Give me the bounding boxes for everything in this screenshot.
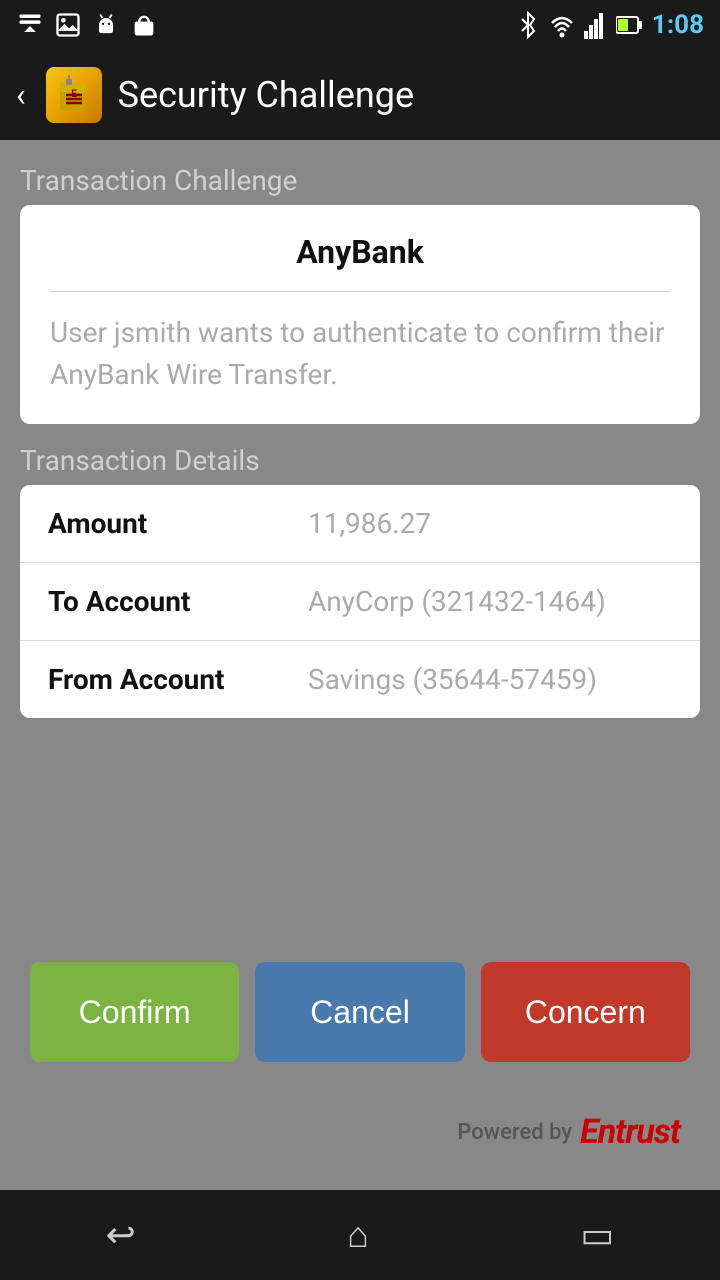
footer: Powered by Entrust — [20, 1102, 700, 1166]
status-icons-right: 1:08 — [516, 10, 704, 40]
bluetooth-icon — [516, 11, 540, 39]
home-nav-button[interactable]: ⌂ — [317, 1204, 399, 1266]
status-icons-left — [16, 11, 158, 39]
transaction-challenge-section: Transaction Challenge AnyBank User jsmit… — [20, 164, 700, 424]
app-title: Security Challenge — [118, 74, 414, 116]
app-bar: ‹ E Security Challenge — [0, 50, 720, 140]
image-icon — [54, 11, 82, 39]
status-bar: 1:08 — [0, 0, 720, 50]
amount-row: Amount 11,986.27 — [20, 485, 700, 563]
amount-value: 11,986.27 — [308, 507, 672, 540]
transaction-details-section: Transaction Details Amount 11,986.27 To … — [20, 444, 700, 718]
cancel-button[interactable]: Cancel — [255, 962, 464, 1062]
svg-text:E: E — [71, 89, 77, 100]
to-account-row: To Account AnyCorp (321432-1464) — [20, 563, 700, 641]
entrust-logo: Entrust — [580, 1112, 680, 1152]
concern-button[interactable]: Concern — [481, 962, 690, 1062]
download-icon — [16, 11, 44, 39]
main-content: Transaction Challenge AnyBank User jsmit… — [0, 140, 720, 1190]
android-icon — [92, 11, 120, 39]
transaction-details-label: Transaction Details — [20, 444, 700, 477]
confirm-button[interactable]: Confirm — [30, 962, 239, 1062]
back-nav-button[interactable]: ↩ — [76, 1204, 166, 1266]
recents-nav-button[interactable]: ▭ — [550, 1204, 644, 1266]
from-account-row: From Account Savings (35644-57459) — [20, 641, 700, 718]
to-account-label: To Account — [48, 585, 308, 618]
bag-icon — [130, 11, 158, 39]
challenge-card: AnyBank User jsmith wants to authenticat… — [20, 205, 700, 424]
nav-bar: ↩ ⌂ ▭ — [0, 1190, 720, 1280]
battery-icon — [616, 14, 644, 36]
bank-name: AnyBank — [50, 233, 670, 292]
to-account-value: AnyCorp (321432-1464) — [308, 585, 672, 618]
details-card: Amount 11,986.27 To Account AnyCorp (321… — [20, 485, 700, 718]
challenge-message: User jsmith wants to authenticate to con… — [50, 312, 670, 396]
wifi-icon — [548, 11, 576, 39]
powered-by-text: Powered by — [457, 1120, 572, 1145]
status-time: 1:08 — [652, 10, 704, 40]
back-button[interactable]: ‹ — [16, 76, 26, 114]
amount-label: Amount — [48, 507, 308, 540]
app-icon: E — [46, 67, 102, 123]
action-buttons: Confirm Cancel Concern — [20, 962, 700, 1082]
transaction-challenge-label: Transaction Challenge — [20, 164, 700, 197]
from-account-value: Savings (35644-57459) — [308, 663, 672, 696]
from-account-label: From Account — [48, 663, 308, 696]
signal-icon — [584, 11, 608, 39]
